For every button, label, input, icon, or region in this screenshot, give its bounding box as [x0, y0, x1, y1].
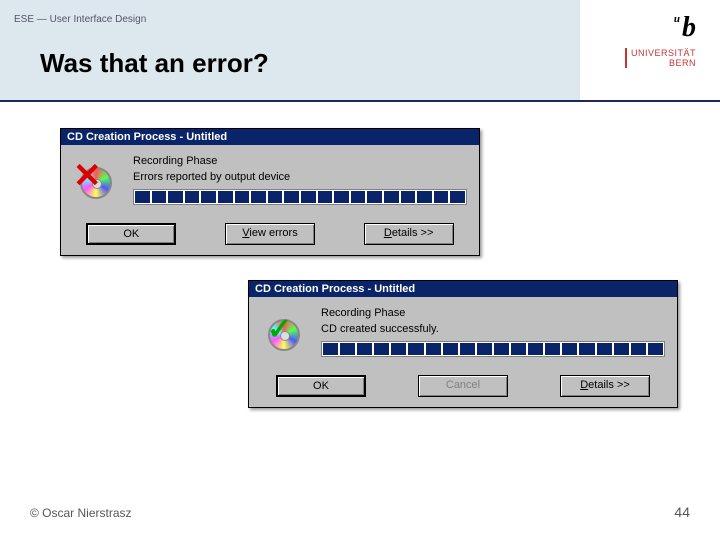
ok-button[interactable]: OK — [276, 375, 366, 397]
dialog-titlebar: CD Creation Process - Untitled — [61, 129, 479, 145]
footer-author: © Oscar Nierstrasz — [30, 506, 132, 520]
logo-uni-1: UNIVERSITÄT — [631, 48, 696, 58]
details-button[interactable]: Details >> — [364, 223, 454, 245]
progress-bar — [321, 341, 665, 357]
details-underline: D — [580, 379, 588, 391]
cd-success-icon: ✓ — [263, 315, 305, 357]
details-rest: etails >> — [588, 379, 630, 391]
ok-button[interactable]: OK — [86, 223, 176, 245]
dialog-button-row: OK View errors Details >> — [61, 217, 479, 255]
cd-error-icon: ✕ — [75, 163, 117, 205]
view-errors-button[interactable]: View errors — [225, 223, 315, 245]
phase-label: Recording Phase — [133, 155, 467, 167]
logo-sup: u — [674, 13, 680, 25]
header-rule — [0, 100, 720, 102]
details-rest: etails >> — [392, 227, 434, 239]
dialog-body: ✓ Recording Phase CD created successfuly… — [249, 297, 677, 369]
details-button[interactable]: Details >> — [560, 375, 650, 397]
cancel-button: Cancel — [418, 375, 508, 397]
status-label: Errors reported by output device — [133, 171, 467, 183]
logo-b-icon: ub — [625, 12, 696, 44]
dialog-button-row: OK Cancel Details >> — [249, 369, 677, 407]
logo-letter: b — [682, 12, 696, 43]
phase-label: Recording Phase — [321, 307, 665, 319]
view-rest: iew errors — [249, 227, 297, 239]
progress-bar — [133, 189, 467, 205]
status-label: CD created successfuly. — [321, 323, 665, 335]
cd-dialog-error: CD Creation Process - Untitled ✕ Recordi… — [60, 128, 480, 256]
cd-dialog-success: CD Creation Process - Untitled ✓ Recordi… — [248, 280, 678, 408]
logo-uni-2: BERN — [631, 58, 696, 68]
dialog-titlebar: CD Creation Process - Untitled — [249, 281, 677, 297]
dialog-body: ✕ Recording Phase Errors reported by out… — [61, 145, 479, 217]
breadcrumb: ESE — User Interface Design — [14, 14, 146, 25]
details-underline: D — [384, 227, 392, 239]
page-title: Was that an error? — [40, 48, 269, 79]
error-x-icon: ✕ — [73, 159, 102, 193]
university-logo: ub UNIVERSITÄT BERN — [625, 12, 696, 68]
success-check-icon: ✓ — [267, 313, 292, 347]
footer-page-number: 44 — [674, 504, 690, 520]
logo-text: UNIVERSITÄT BERN — [625, 48, 696, 68]
